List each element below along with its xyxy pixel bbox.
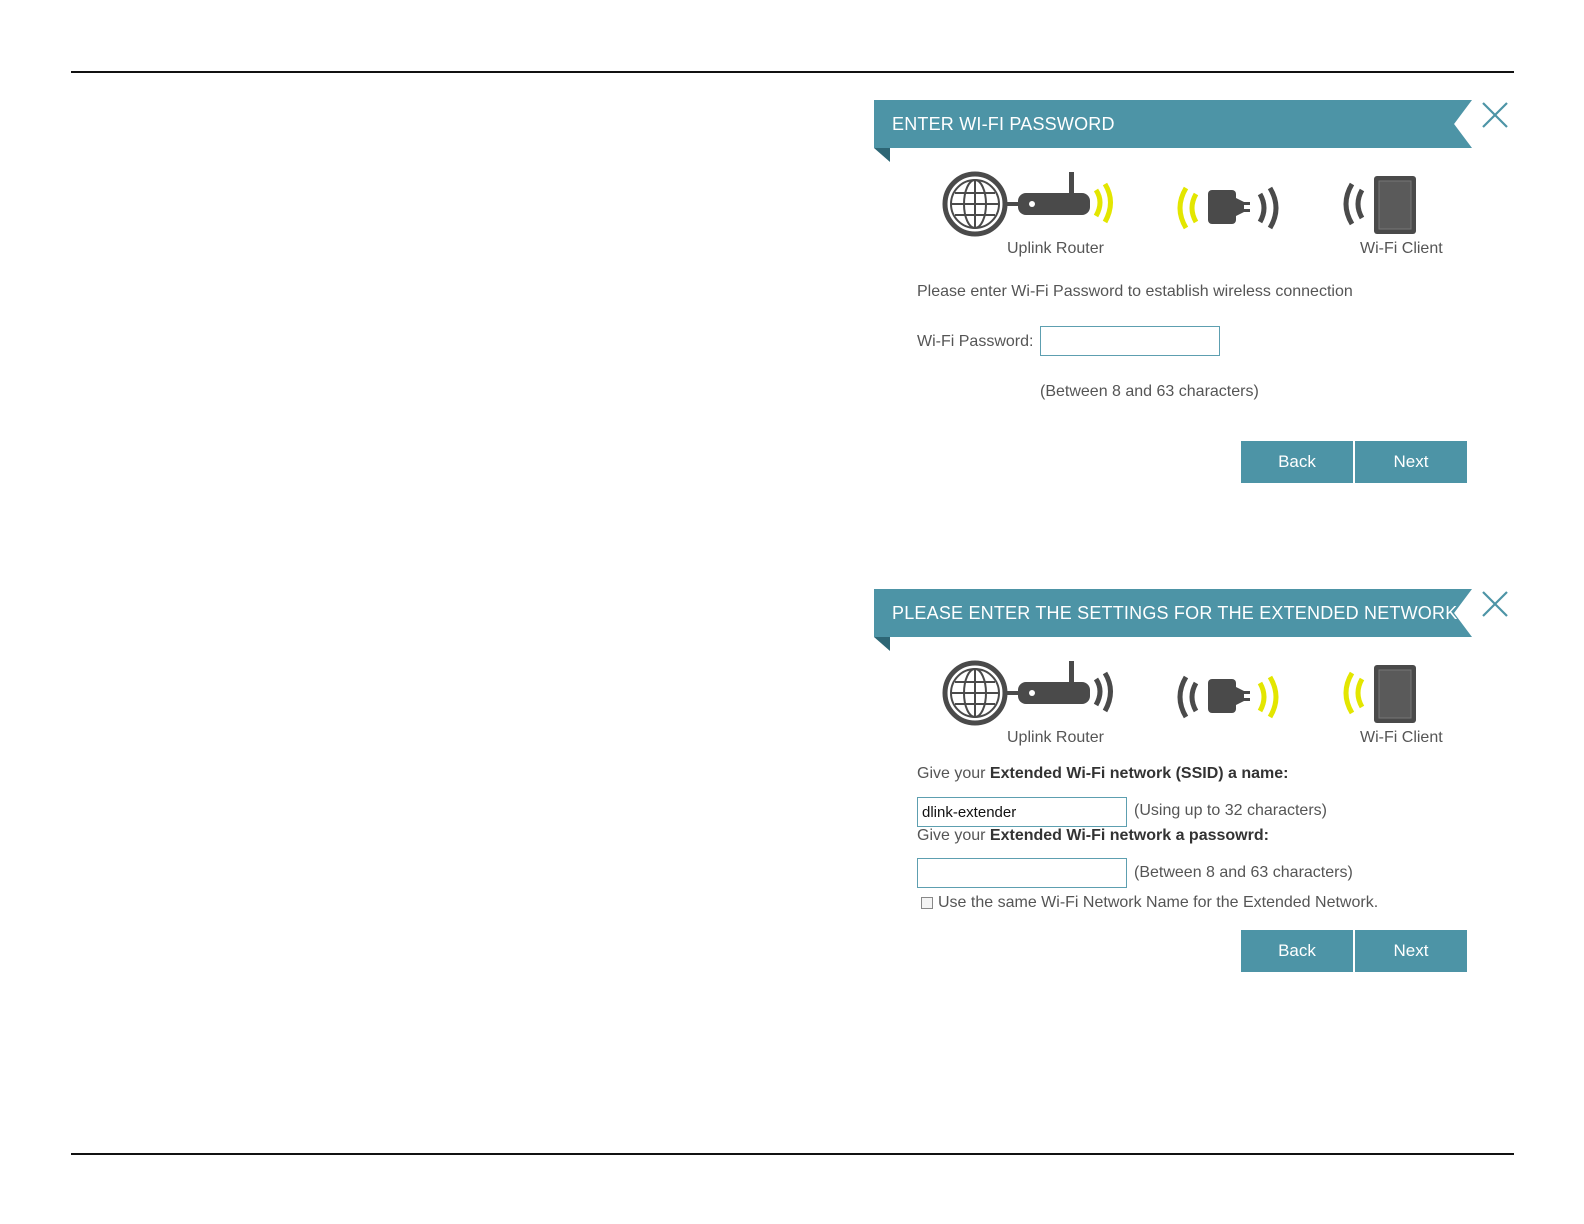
dialog-title-banner: ENTER WI-FI PASSWORD	[874, 100, 1472, 148]
same-network-name-checkbox[interactable]	[921, 897, 933, 909]
close-icon[interactable]	[1480, 589, 1510, 619]
password-length-hint: (Between 8 and 63 characters)	[1040, 383, 1259, 400]
ssid-prompt: Give your Extended Wi-Fi network (SSID) …	[917, 765, 1289, 782]
extender-icon	[1177, 186, 1279, 230]
next-button[interactable]: Next	[1355, 441, 1467, 483]
wifi-client-icon	[1343, 176, 1416, 234]
bottom-rule	[71, 1153, 1514, 1155]
same-network-name-label[interactable]: Use the same Wi-Fi Network Name for the …	[938, 894, 1378, 912]
banner-fold	[874, 148, 890, 162]
ssid-input[interactable]	[917, 797, 1127, 827]
connection-diagram: Uplink Router Wi-Fi Client	[872, 168, 1520, 268]
ssid-length-hint: (Using up to 32 characters)	[1134, 802, 1327, 819]
password-length-hint: (Between 8 and 63 characters)	[1134, 864, 1353, 881]
wifi-password-input[interactable]	[1040, 326, 1220, 356]
wifi-password-label: Wi-Fi Password:	[917, 333, 1034, 350]
close-icon[interactable]	[1480, 100, 1510, 130]
next-button[interactable]: Next	[1355, 930, 1467, 972]
extended-password-input[interactable]	[917, 858, 1127, 888]
back-button[interactable]: Back	[1241, 930, 1353, 972]
instruction-text: Please enter Wi-Fi Password to establish…	[917, 283, 1353, 300]
dialog-title-banner: PLEASE ENTER THE SETTINGS FOR THE EXTEND…	[874, 589, 1472, 637]
password-prompt: Give your Extended Wi-Fi network a passo…	[917, 827, 1269, 844]
uplink-router-icon	[942, 171, 1113, 237]
uplink-router-label: Uplink Router	[1007, 729, 1104, 746]
extender-icon	[1177, 675, 1279, 719]
enter-wifi-password-dialog: ENTER WI-FI PASSWORD Uplink Router Wi-Fi…	[872, 96, 1520, 516]
uplink-router-label: Uplink Router	[1007, 240, 1104, 257]
wifi-client-label: Wi-Fi Client	[1360, 240, 1443, 257]
banner-fold	[874, 637, 890, 651]
back-button[interactable]: Back	[1241, 441, 1353, 483]
wifi-client-label: Wi-Fi Client	[1360, 729, 1443, 746]
extended-network-settings-dialog: PLEASE ENTER THE SETTINGS FOR THE EXTEND…	[872, 585, 1520, 1005]
wifi-client-icon	[1343, 665, 1416, 723]
uplink-router-icon	[942, 660, 1113, 726]
connection-diagram: Uplink Router Wi-Fi Client	[872, 657, 1520, 757]
top-rule	[71, 71, 1514, 73]
